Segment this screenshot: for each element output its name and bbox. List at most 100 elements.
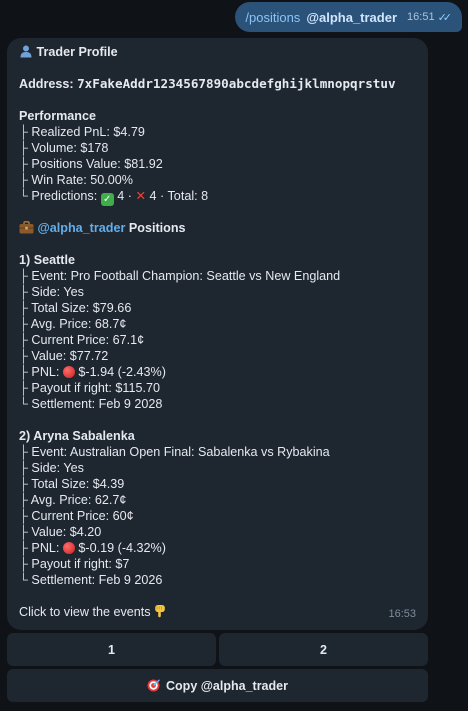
- positions-mention-link[interactable]: @alpha_trader: [38, 221, 126, 235]
- pnl-label: PNL:: [31, 541, 60, 555]
- cross-mark-icon: ✕: [135, 189, 147, 203]
- tree-branch: ├: [19, 365, 32, 379]
- tree-branch: ├: [19, 541, 32, 555]
- predictions-total: Total: 8: [167, 189, 209, 203]
- performance-title: Performance: [19, 109, 96, 123]
- tree-branch: ├: [19, 445, 32, 459]
- separator: ·: [127, 189, 132, 203]
- position-field: ├ Avg. Price: 68.7¢: [19, 316, 416, 332]
- footer-line: Click to view the events: [19, 604, 416, 620]
- positions-title: Positions: [128, 221, 186, 235]
- chat-view: /positions @alpha_trader 16:51 ✓✓ Trader…: [0, 0, 468, 711]
- position-event: Event: Australian Open Final: Sabalenka …: [31, 445, 330, 459]
- position-field: ├ Total Size: $4.39: [19, 476, 416, 492]
- double-check-icon: ✓✓: [437, 11, 453, 24]
- position-side: Side: Yes: [31, 285, 84, 299]
- copy-trader-button[interactable]: Copy @alpha_trader: [7, 669, 428, 702]
- separator: ·: [160, 189, 165, 203]
- position-title: 2) Aryna Sabalenka: [19, 429, 135, 443]
- tree-branch: ├: [19, 557, 32, 571]
- copy-trader-label: Copy @alpha_trader: [166, 678, 288, 693]
- position-field: ├ Avg. Price: 62.7¢: [19, 492, 416, 508]
- mention-link[interactable]: @alpha_trader: [306, 10, 397, 25]
- tree-end: └: [19, 573, 32, 587]
- position-current-price: Current Price: 60¢: [31, 509, 134, 523]
- position-field: ├ Total Size: $79.66: [19, 300, 416, 316]
- tree-end: └: [19, 189, 32, 203]
- incoming-time: 16:53: [388, 608, 416, 620]
- check-mark-icon: ✓: [100, 193, 114, 206]
- performance-row: ├ Volume: $178: [19, 140, 416, 156]
- position-field: └ Settlement: Feb 9 2026: [19, 572, 416, 588]
- address-label: Address:: [19, 77, 74, 91]
- outgoing-time: 16:51: [407, 11, 435, 23]
- position-pnl: $-0.19 (-4.32%): [78, 541, 166, 555]
- position-avg-price: Avg. Price: 62.7¢: [30, 493, 127, 507]
- position-avg-price: Avg. Price: 68.7¢: [30, 317, 127, 331]
- tree-branch: ├: [19, 285, 32, 299]
- position-field: ├ Payout if right: $115.70: [19, 380, 416, 396]
- position-settlement: Settlement: Feb 9 2026: [31, 573, 163, 587]
- tree-branch: ├: [19, 381, 32, 395]
- position-field: ├ Side: Yes: [19, 460, 416, 476]
- position-field: ├ PNL: $-1.94 (-2.43%): [19, 364, 416, 380]
- position-payout: Payout if right: $7: [31, 557, 130, 571]
- position-title: 1) Seattle: [19, 253, 75, 267]
- position-field: ├ Value: $4.20: [19, 524, 416, 540]
- incoming-message: Trader Profile Address: 7xFakeAddr123456…: [7, 38, 428, 630]
- tree-branch: ├: [19, 317, 31, 331]
- tree-branch: ├: [19, 493, 31, 507]
- tree-branch: ├: [19, 333, 32, 347]
- position-current-price: Current Price: 67.1¢: [31, 333, 145, 347]
- tree-branch: ├: [19, 269, 32, 283]
- footer-text: Click to view the events: [19, 605, 151, 619]
- position-event: Event: Pro Football Champion: Seattle vs…: [31, 269, 341, 283]
- position-field: ├ Payout if right: $7: [19, 556, 416, 572]
- wins-count: 4: [117, 189, 125, 203]
- position-field: ├ Value: $77.72: [19, 348, 416, 364]
- performance-row: ├ Win Rate: 50.00%: [19, 172, 416, 188]
- bust-in-silhouette-icon: [19, 44, 33, 58]
- position-pnl: $-1.94 (-2.43%): [78, 365, 166, 379]
- positions-header: @alpha_trader Positions: [19, 220, 416, 236]
- predictions-row: └ Predictions: ✓ 4 · ✕ 4 · Total: 8: [19, 188, 416, 206]
- position-field: ├ Event: Pro Football Champion: Seattle …: [19, 268, 416, 284]
- tree-end: └: [19, 397, 32, 411]
- positions-value: Positions Value: $81.92: [31, 157, 163, 171]
- profile-title: Trader Profile: [36, 45, 118, 59]
- events-button-1[interactable]: 1: [7, 633, 216, 666]
- position-field: ├ Side: Yes: [19, 284, 416, 300]
- position-side: Side: Yes: [31, 461, 84, 475]
- inline-keyboard-row: Copy @alpha_trader: [7, 669, 428, 702]
- outgoing-meta: 16:51 ✓✓: [407, 11, 452, 24]
- profile-header: Trader Profile: [19, 44, 416, 60]
- dart-target-icon: [147, 679, 160, 692]
- wallet-address[interactable]: 7xFakeAddr1234567890abcdefghijklmnopqrst…: [77, 76, 395, 91]
- position-payout: Payout if right: $115.70: [31, 381, 161, 395]
- position-total-size: Total Size: $79.66: [31, 301, 132, 315]
- position-field: ├ Event: Australian Open Final: Sabalenk…: [19, 444, 416, 460]
- performance-row: ├ Realized PnL: $4.79: [19, 124, 416, 140]
- realized-pnl: Realized PnL: $4.79: [31, 125, 145, 139]
- command-text[interactable]: /positions: [245, 10, 300, 25]
- win-rate: Win Rate: 50.00%: [31, 173, 133, 187]
- outgoing-message[interactable]: /positions @alpha_trader 16:51 ✓✓: [235, 2, 462, 32]
- inline-keyboard-row: 1 2: [7, 633, 428, 666]
- events-button-2[interactable]: 2: [219, 633, 428, 666]
- tree-branch: ├: [19, 157, 32, 171]
- tree-branch: ├: [19, 461, 32, 475]
- tree-branch: ├: [19, 525, 32, 539]
- position-settlement: Settlement: Feb 9 2028: [31, 397, 163, 411]
- address-line: Address: 7xFakeAddr1234567890abcdefghijk…: [19, 76, 416, 92]
- tree-branch: ├: [19, 477, 32, 491]
- position-total-size: Total Size: $4.39: [31, 477, 125, 491]
- pointing-down-hand-icon: [154, 604, 166, 618]
- tree-branch: ├: [19, 125, 32, 139]
- position-field: └ Settlement: Feb 9 2028: [19, 396, 416, 412]
- tree-branch: ├: [19, 509, 32, 523]
- tree-branch: ├: [19, 349, 32, 363]
- position-value: Value: $77.72: [31, 349, 109, 363]
- red-circle-icon: [62, 542, 75, 554]
- position-field: ├ PNL: $-0.19 (-4.32%): [19, 540, 416, 556]
- position-field: ├ Current Price: 67.1¢: [19, 332, 416, 348]
